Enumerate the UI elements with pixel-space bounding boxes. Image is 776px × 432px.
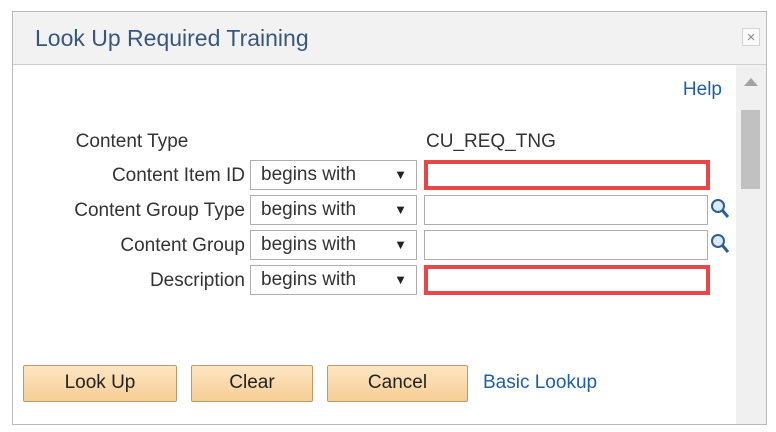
content-item-id-operator-select[interactable]: begins with ▼ (250, 160, 417, 190)
content-type-value: CU_REQ_TNG (426, 131, 556, 152)
description-operator-select[interactable]: begins with ▼ (250, 265, 417, 295)
lookup-dialog: Look Up Required Training × Help Content… (12, 11, 767, 425)
description-label: Description (149, 270, 245, 291)
dialog-content: Help Content Type CU_REQ_TNG Content Ite… (13, 65, 736, 424)
chevron-down-icon: ▼ (394, 237, 407, 252)
scroll-up-icon[interactable] (744, 78, 758, 86)
content-group-type-input[interactable] (424, 195, 708, 225)
clear-button[interactable]: Clear (191, 365, 313, 402)
operator-value: begins with (261, 269, 357, 290)
content-item-id-label: Content Item ID (111, 165, 245, 186)
row-description: Description begins with ▼ (13, 262, 738, 298)
content-type-label: Content Type (75, 131, 189, 152)
look-up-button[interactable]: Look Up (23, 365, 177, 402)
basic-lookup-link[interactable]: Basic Lookup (483, 372, 597, 394)
magnifier-icon[interactable] (710, 232, 730, 256)
content-group-label: Content Group (120, 235, 245, 256)
row-content-group: Content Group begins with ▼ (13, 227, 738, 263)
row-content-group-type: Content Group Type begins with ▼ (13, 192, 738, 228)
scrollbar-thumb[interactable] (741, 110, 760, 189)
chevron-down-icon: ▼ (394, 272, 407, 287)
help-link[interactable]: Help (683, 79, 722, 101)
operator-value: begins with (261, 234, 357, 255)
chevron-down-icon: ▼ (394, 202, 407, 217)
vertical-scrollbar[interactable] (736, 65, 766, 424)
row-content-item-id: Content Item ID begins with ▼ (13, 157, 738, 193)
row-content-type: Content Type CU_REQ_TNG (13, 123, 738, 159)
operator-value: begins with (261, 199, 357, 220)
content-group-type-operator-select[interactable]: begins with ▼ (250, 195, 417, 225)
content-group-type-label: Content Group Type (74, 200, 245, 221)
operator-value: begins with (261, 164, 357, 185)
chevron-down-icon: ▼ (394, 167, 407, 182)
content-item-id-input[interactable] (424, 160, 710, 190)
cancel-button[interactable]: Cancel (327, 365, 468, 402)
magnifier-icon[interactable] (710, 197, 730, 221)
content-group-operator-select[interactable]: begins with ▼ (250, 230, 417, 260)
close-icon[interactable]: × (742, 28, 760, 46)
dialog-titlebar: Look Up Required Training × (13, 12, 766, 65)
description-input[interactable] (424, 265, 710, 295)
dialog-title: Look Up Required Training (35, 25, 309, 51)
content-group-input[interactable] (424, 230, 708, 260)
